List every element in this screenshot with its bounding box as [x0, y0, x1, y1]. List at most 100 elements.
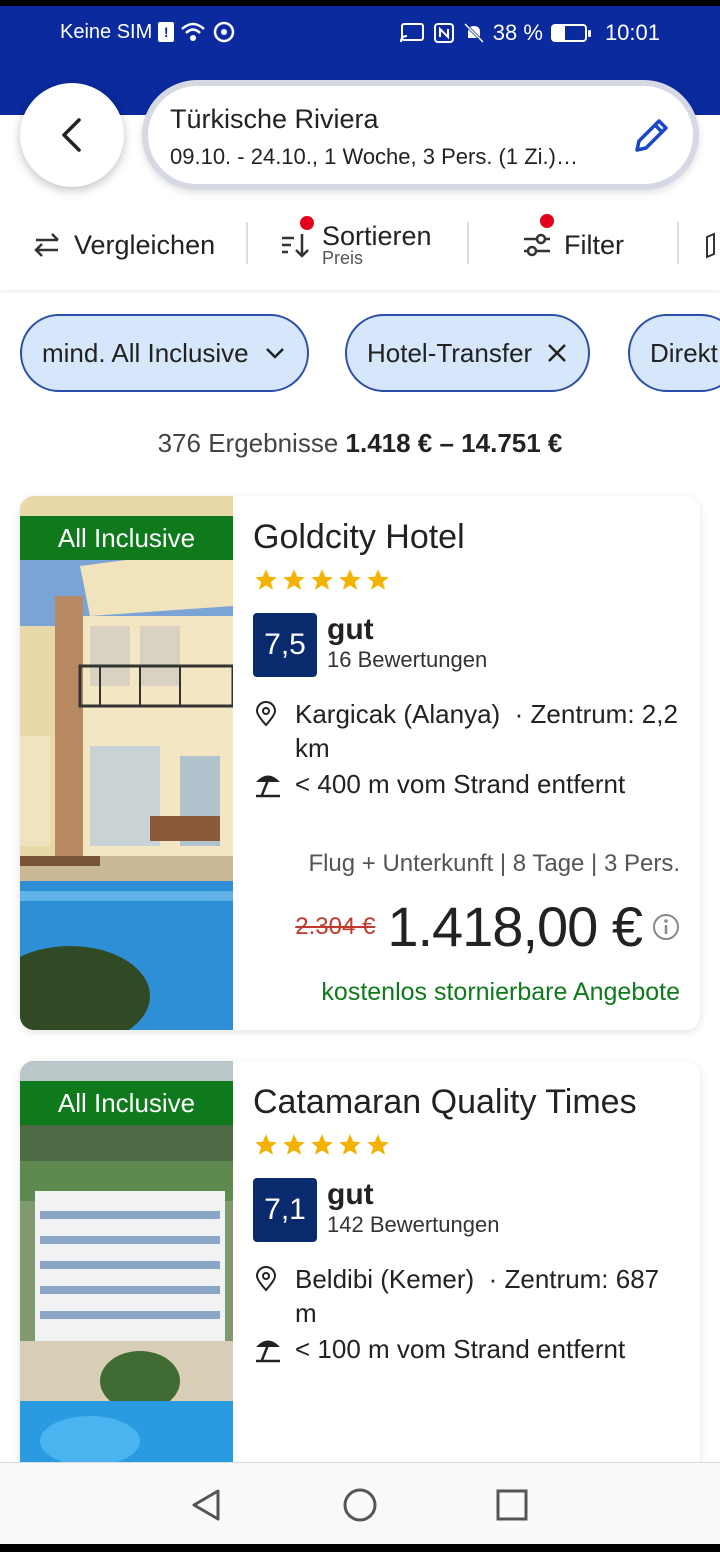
star-icon	[367, 1134, 389, 1155]
status-left: Keine SIM !	[60, 20, 236, 44]
cast-icon	[399, 23, 424, 43]
mute-bell-icon	[463, 22, 484, 44]
star-icon	[339, 1134, 361, 1155]
toolbar-divider	[246, 222, 248, 264]
clock: 10:01	[604, 20, 660, 45]
rating-score: 7,1	[253, 1178, 317, 1242]
swap-arrows-icon	[34, 233, 59, 257]
battery-level	[552, 26, 566, 40]
filter-label: Filter	[564, 229, 624, 260]
filter-chips: mind. All Inclusive Hotel-Transfer Direk…	[0, 312, 720, 394]
location-pin-icon	[255, 1266, 277, 1292]
battery-percent: 38 %	[492, 20, 543, 45]
star-icon	[367, 569, 389, 590]
old-price: 2.304 €	[295, 912, 376, 940]
hotel-card[interactable]: All Inclusive Catamaran Quality Times 7,…	[20, 1061, 700, 1481]
beach-distance: < 400 m vom Strand entfernt	[295, 769, 626, 799]
hotel-photo[interactable]: All Inclusive	[20, 496, 235, 1030]
chip-hotel-transfer[interactable]: Hotel-Transfer	[345, 314, 591, 392]
filter-button[interactable]: Filter	[520, 200, 624, 290]
sim-alert-icon: !	[158, 22, 175, 42]
hotel-card[interactable]: All Inclusive Goldcity Hotel 7,5 gut 16 …	[20, 496, 700, 1030]
action-toolbar: Vergleichen Sortieren Preis Filter	[0, 200, 720, 290]
chip-direct[interactable]: Direkt	[628, 314, 720, 392]
chip-label: Hotel-Transfer	[367, 337, 533, 368]
review-rating[interactable]: 7,5 gut 16 Bewertungen	[253, 613, 682, 677]
beach-distance-row: < 400 m vom Strand entfernt	[253, 769, 682, 800]
hotel-photo[interactable]: All Inclusive	[20, 1061, 233, 1481]
map-icon	[706, 232, 715, 259]
location-row: Kargicak (Alanya) · Zentrum: 2,2 km	[253, 697, 682, 765]
remove-chip-button[interactable]	[546, 342, 568, 364]
star-rating	[253, 1132, 682, 1158]
beach-distance-row: < 100 m vom Strand entfernt	[253, 1334, 682, 1365]
nfc-icon	[433, 23, 454, 43]
review-count: 142 Bewertungen	[327, 1212, 500, 1237]
system-navigation-bar	[0, 1462, 720, 1552]
review-rating[interactable]: 7,1 gut 142 Bewertungen	[253, 1178, 682, 1242]
nav-home-icon[interactable]	[340, 1485, 380, 1525]
hotspot-icon	[214, 21, 235, 43]
rating-score: 7,5	[253, 613, 317, 677]
status-right: 38 % 10:01	[399, 20, 660, 46]
wifi-icon	[181, 22, 206, 41]
board-type-badge: All Inclusive	[20, 1081, 233, 1125]
hotel-info: Goldcity Hotel 7,5 gut 16 Bewertungen Ka…	[253, 496, 682, 800]
carrier-text: Keine SIM	[60, 20, 153, 43]
back-button[interactable]	[20, 83, 124, 187]
star-icon	[255, 569, 277, 590]
info-icon[interactable]	[652, 913, 680, 941]
sort-label: Sortieren	[322, 220, 432, 251]
sort-button[interactable]: Sortieren Preis	[278, 200, 432, 290]
chip-board-type[interactable]: mind. All Inclusive	[20, 314, 309, 392]
hotel-name: Goldcity Hotel	[253, 518, 465, 556]
star-icon	[311, 1134, 333, 1155]
filter-indicator-dot	[540, 214, 554, 228]
nav-back-icon[interactable]	[186, 1485, 226, 1525]
free-cancellation-note: kostenlos stornierbare Angebote	[321, 978, 680, 1006]
star-icon	[255, 1134, 277, 1155]
toolbar-divider	[467, 222, 469, 264]
location-pin-icon	[255, 701, 277, 727]
hotel-name: Catamaran Quality Times	[253, 1083, 637, 1121]
board-type-badge: All Inclusive	[20, 516, 233, 560]
star-icon	[283, 1134, 305, 1155]
compare-button[interactable]: Vergleichen	[30, 200, 215, 290]
beach-umbrella-icon	[256, 1340, 280, 1363]
location-name: Beldibi (Kemer)	[295, 1264, 475, 1294]
hotel-photo-image	[20, 496, 235, 1030]
beach-umbrella-icon	[256, 775, 280, 798]
pencil-icon	[635, 119, 668, 152]
price-range: 1.418 € – 14.751 €	[345, 428, 563, 458]
search-destination: Türkische Riviera	[170, 104, 379, 134]
map-button[interactable]	[704, 200, 720, 290]
beach-distance: < 100 m vom Strand entfernt	[295, 1334, 626, 1364]
close-icon	[548, 344, 567, 362]
rating-word: gut	[327, 1178, 374, 1211]
chevron-down-icon	[265, 348, 284, 359]
search-details: 09.10. - 24.10., 1 Woche, 3 Pers. (1 Zi.…	[170, 144, 578, 169]
screen-bottom-edge	[0, 1544, 720, 1552]
nav-recents-icon[interactable]	[492, 1485, 532, 1525]
edit-search-button[interactable]	[627, 112, 675, 160]
price-row: 2.304 € 1.418,00 €	[295, 894, 680, 959]
results-count: 376 Ergebnisse	[157, 428, 339, 458]
sort-icon	[282, 234, 309, 258]
chip-label: mind. All Inclusive	[42, 337, 249, 368]
review-count: 16 Bewertungen	[327, 647, 488, 672]
sort-indicator-dot	[300, 216, 314, 230]
chevron-left-icon	[62, 118, 81, 152]
current-price: 1.418,00 €	[387, 895, 643, 958]
hotel-info: Catamaran Quality Times 7,1 gut 142 Bewe…	[253, 1061, 682, 1365]
search-summary[interactable]: Türkische Riviera 09.10. - 24.10., 1 Woc…	[142, 80, 699, 190]
toolbar-divider	[677, 222, 679, 264]
status-bar: Keine SIM ! 38 % 10:01	[0, 14, 720, 54]
sort-sub-label: Preis	[322, 247, 364, 268]
results-summary: 376 Ergebnisse 1.418 € – 14.751 €	[0, 428, 720, 459]
location-name: Kargicak (Alanya)	[295, 699, 501, 729]
star-rating	[253, 567, 682, 593]
rating-word: gut	[327, 613, 374, 646]
chip-label: Direkt	[650, 337, 718, 368]
star-icon	[283, 569, 305, 590]
screen-top-edge	[0, 0, 720, 6]
